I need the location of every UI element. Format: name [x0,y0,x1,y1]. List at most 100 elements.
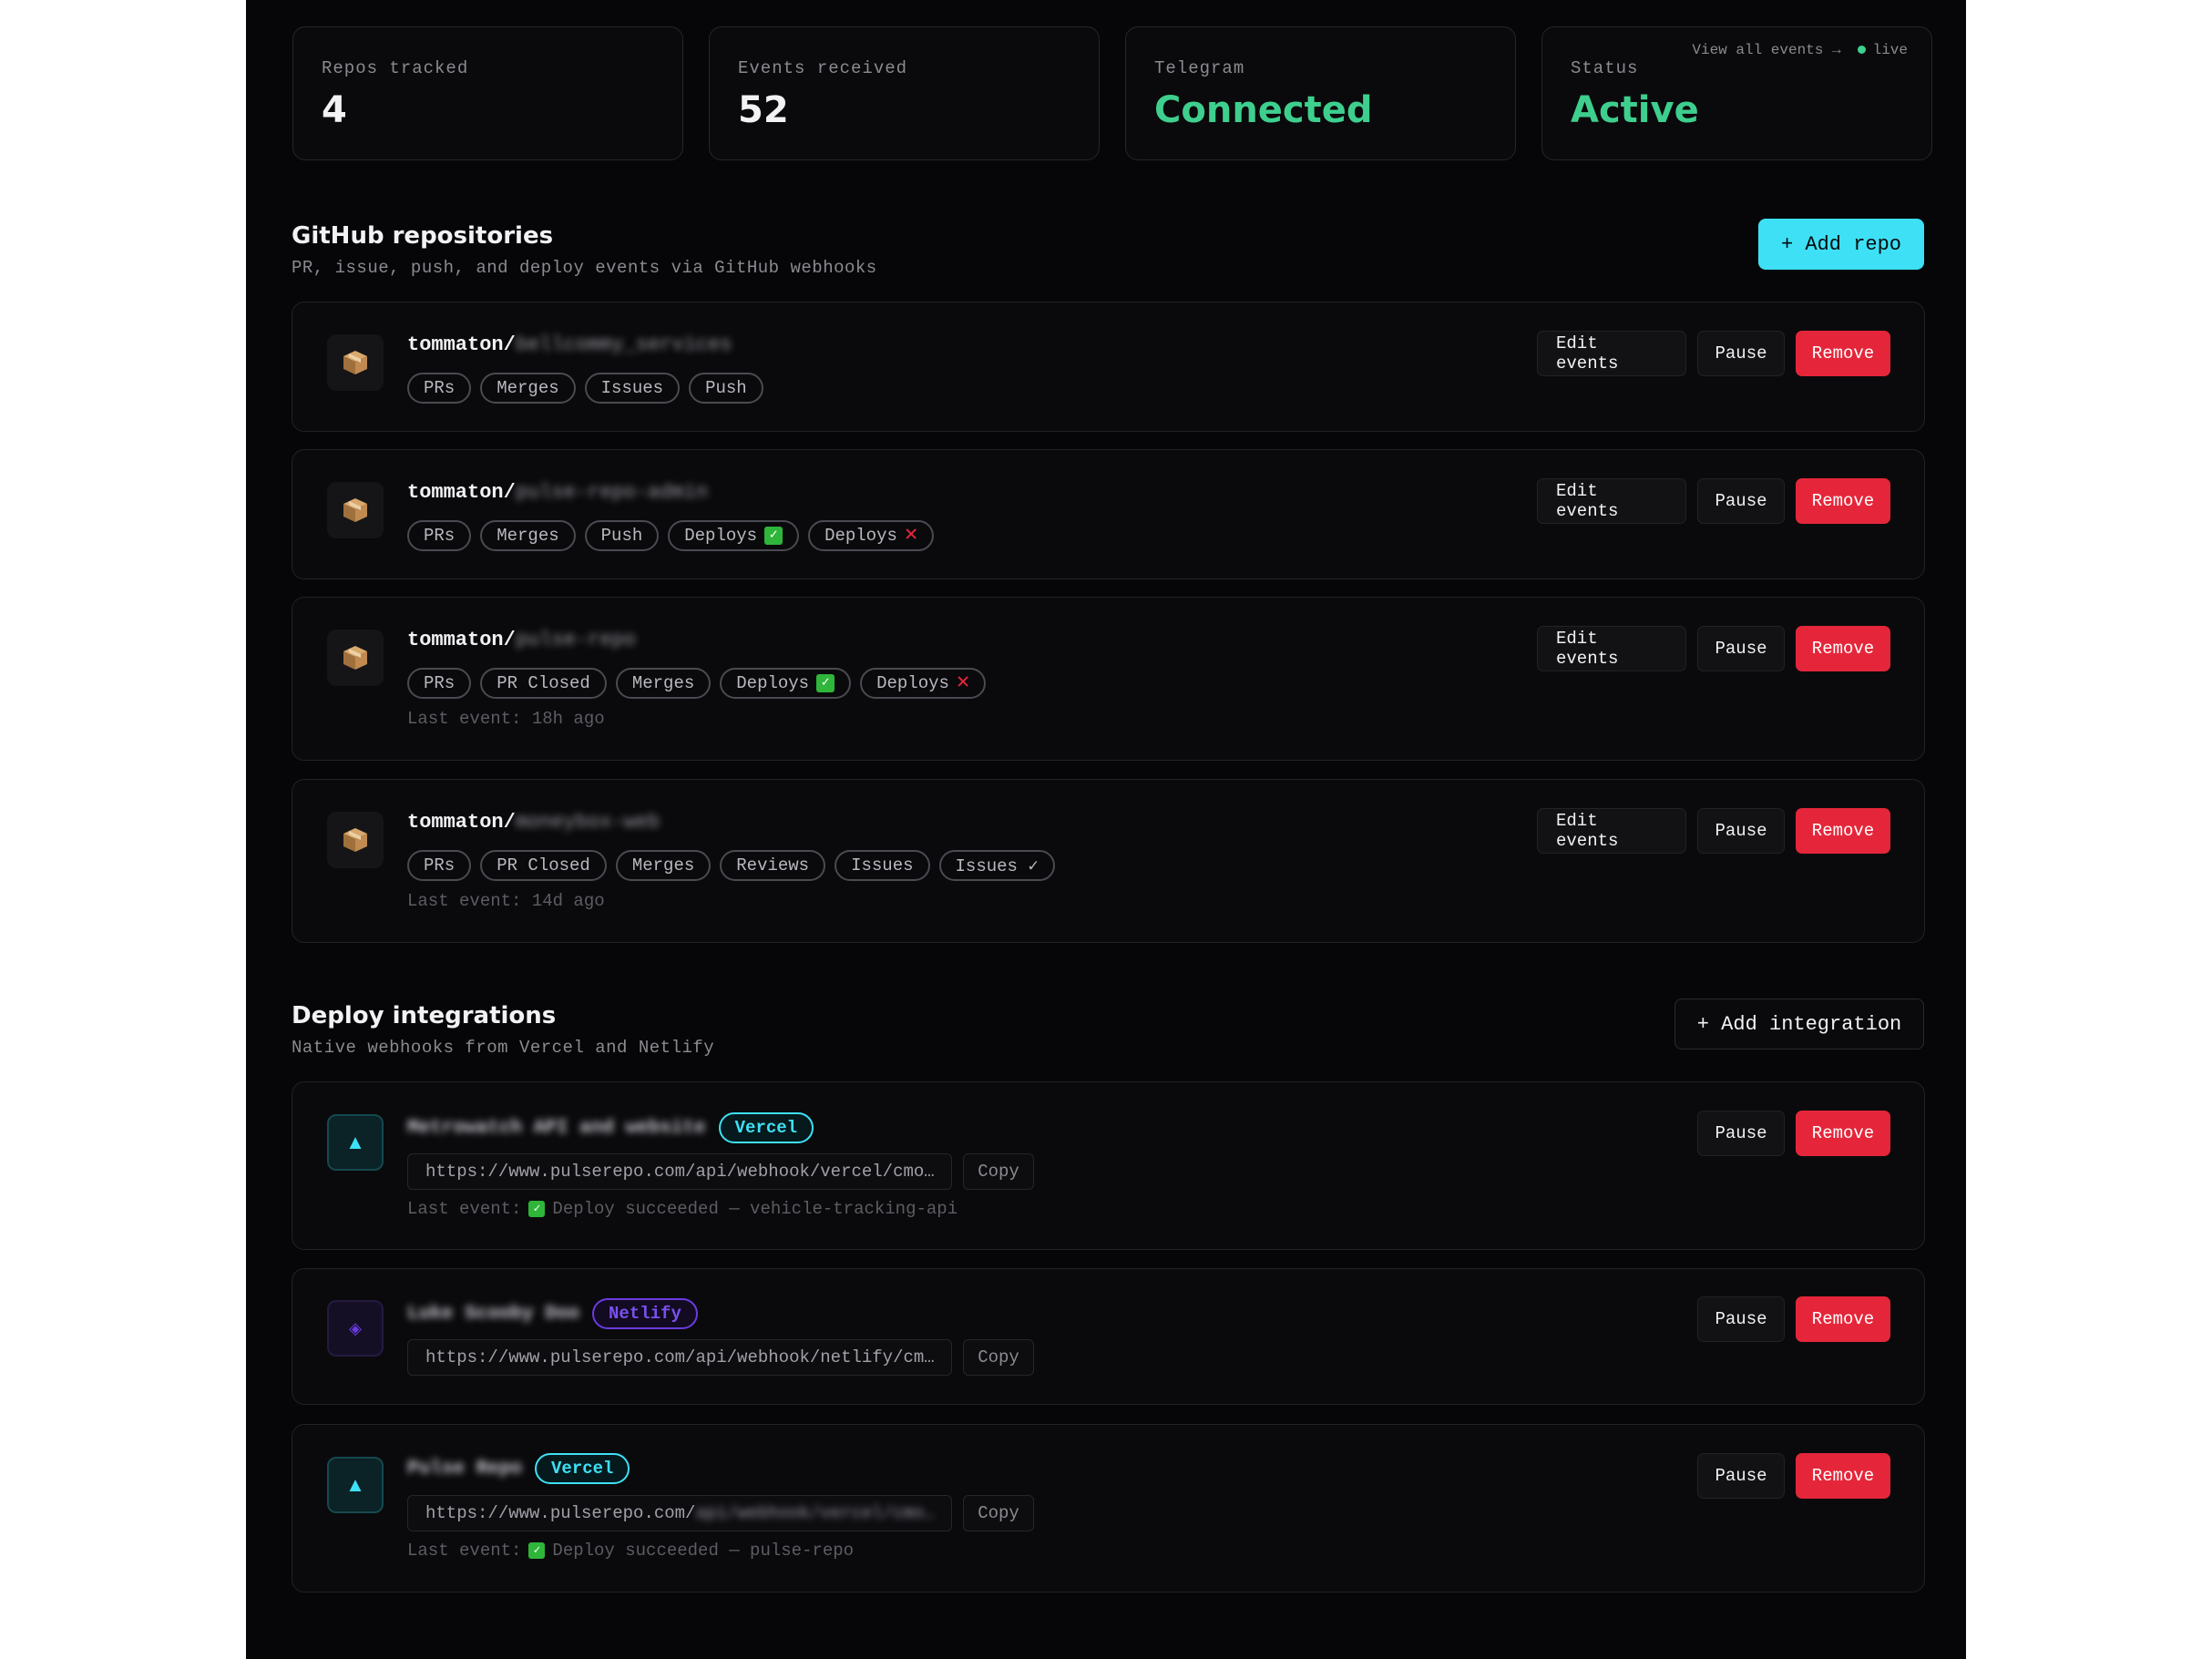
integration-name-row: Pulse Repo Vercel [407,1453,630,1484]
event-tag: PR Closed [480,668,607,699]
copy-button[interactable]: Copy [963,1495,1034,1531]
package-icon [327,812,384,868]
event-tag: Issues ✓ [938,850,1055,881]
edit-events-button[interactable]: Edit events [1537,626,1686,671]
event-tag: Deploys ✓ [668,520,800,551]
pause-button[interactable]: Pause [1697,1453,1785,1499]
event-tag: Reviews [720,850,826,881]
repo-slug: pulse-repo [515,629,636,651]
add-repo-button[interactable]: + Add repo [1758,219,1924,270]
last-event-row: Last event: ✓ Deploy succeeded — vehicle… [407,1199,958,1219]
webhook-url-field[interactable]: https://www.pulserepo.com/api/webhook/ne… [407,1339,952,1376]
event-tag: PRs [407,373,472,404]
integration-name: Luke Scooby Doo [407,1303,580,1325]
repo-actions: Edit events Pause Remove [1537,626,1890,671]
stat-card-status: Status Active View all events → live [1541,26,1932,160]
check-mark-icon: ✓ [764,527,783,545]
stat-card-telegram: Telegram Connected [1125,26,1516,160]
pause-button[interactable]: Pause [1697,1111,1785,1156]
repo-name: tommaton/pulse-repo [407,629,636,651]
integration-name: Metrowatch API and website [407,1117,706,1139]
integration-card: ◈ Luke Scooby Doo Netlify https://www.pu… [292,1268,1925,1405]
event-tag: Issues [835,850,930,881]
event-tag: PRs [407,520,472,551]
copy-button[interactable]: Copy [963,1153,1034,1190]
webhook-url-row: https://www.pulserepo.com/api/webhook/ve… [407,1495,1034,1531]
last-event-text: Deploy succeeded — pulse-repo [552,1541,855,1561]
remove-button[interactable]: Remove [1796,478,1890,524]
pause-button[interactable]: Pause [1697,331,1785,376]
integration-actions: Pause Remove [1697,1296,1890,1342]
repo-owner: tommaton/ [407,629,516,651]
webhook-url-field[interactable]: https://www.pulserepo.com/api/webhook/ve… [407,1495,952,1531]
last-event-row: Last event: ✓ Deploy succeeded — pulse-r… [407,1541,854,1561]
integration-card: ▲ Pulse Repo Vercel https://www.pulserep… [292,1424,1925,1592]
stat-value: 52 [738,89,789,131]
repo-slug: moneybox-web [515,811,661,834]
stat-value: 4 [322,89,347,131]
remove-button[interactable]: Remove [1796,1111,1890,1156]
event-tags: PRs Merges Push Deploys ✓ Deploys ✕ [407,520,935,551]
integration-actions: Pause Remove [1697,1453,1890,1499]
stat-value: Connected [1154,89,1373,131]
stat-card-events: Events received 52 [709,26,1100,160]
triangle-icon: ▲ [327,1457,384,1513]
integration-name-row: Luke Scooby Doo Netlify [407,1298,698,1329]
view-all-events-link[interactable]: View all events → [1692,42,1840,58]
repo-card: tommaton/moneybox-web PRs PR Closed Merg… [292,779,1925,943]
package-icon [327,630,384,686]
github-section-title: GitHub repositories [292,222,554,250]
event-tag: Deploys ✓ [720,668,852,699]
repo-card: tommaton/bellcommy_services PRs Merges I… [292,302,1925,432]
webhook-url-row: https://www.pulserepo.com/api/webhook/ve… [407,1153,1034,1190]
stat-card-repos: Repos tracked 4 [292,26,683,160]
repo-slug: bellcommy_services [515,333,732,356]
stat-label: Status [1571,58,1639,78]
provider-badge: Netlify [592,1298,698,1329]
package-icon [327,334,384,391]
add-integration-button[interactable]: + Add integration [1674,998,1924,1050]
check-mark-icon: ✓ [816,674,835,692]
remove-button[interactable]: Remove [1796,1453,1890,1499]
diamond-icon: ◈ [327,1300,384,1357]
repo-actions: Edit events Pause Remove [1537,478,1890,524]
live-label: live [1872,42,1908,58]
integration-name: Pulse Repo [407,1458,523,1480]
event-tag: PRs [407,668,472,699]
pause-button[interactable]: Pause [1697,1296,1785,1342]
event-tag: Push [584,520,660,551]
pause-button[interactable]: Pause [1697,478,1785,524]
event-tag: Deploys ✕ [808,520,935,551]
event-tag: Merges [615,668,712,699]
repo-actions: Edit events Pause Remove [1537,808,1890,854]
repo-card: tommaton/pulse-repo-admin PRs Merges Pus… [292,449,1925,579]
stat-label: Events received [738,58,908,78]
event-tag: PR Closed [480,850,607,881]
event-tag: Merges [480,520,576,551]
stat-label: Telegram [1154,58,1245,78]
edit-events-button[interactable]: Edit events [1537,808,1686,854]
last-event-text: Deploy succeeded — vehicle-tracking-api [552,1199,958,1219]
triangle-icon: ▲ [327,1114,384,1171]
package-icon [327,482,384,538]
edit-events-button[interactable]: Edit events [1537,331,1686,376]
remove-button[interactable]: Remove [1796,1296,1890,1342]
remove-button[interactable]: Remove [1796,331,1890,376]
pause-button[interactable]: Pause [1697,808,1785,854]
remove-button[interactable]: Remove [1796,626,1890,671]
live-dot-icon [1857,46,1866,54]
webhook-url-field[interactable]: https://www.pulserepo.com/api/webhook/ve… [407,1153,952,1190]
pause-button[interactable]: Pause [1697,626,1785,671]
last-event-prefix: Last event: [407,1199,522,1219]
dashboard-canvas: Repos tracked 4 Events received 52 Teleg… [246,0,1966,1659]
repo-owner: tommaton/ [407,333,516,356]
event-tag: Merges [615,850,712,881]
last-event-text: Last event: 18h ago [407,709,605,729]
provider-badge: Vercel [535,1453,630,1484]
repo-name: tommaton/moneybox-web [407,811,660,834]
copy-button[interactable]: Copy [963,1339,1034,1376]
event-tags: PRs PR Closed Merges Reviews Issues Issu… [407,850,1055,881]
remove-button[interactable]: Remove [1796,808,1890,854]
webhook-url-row: https://www.pulserepo.com/api/webhook/ne… [407,1339,1034,1376]
edit-events-button[interactable]: Edit events [1537,478,1686,524]
